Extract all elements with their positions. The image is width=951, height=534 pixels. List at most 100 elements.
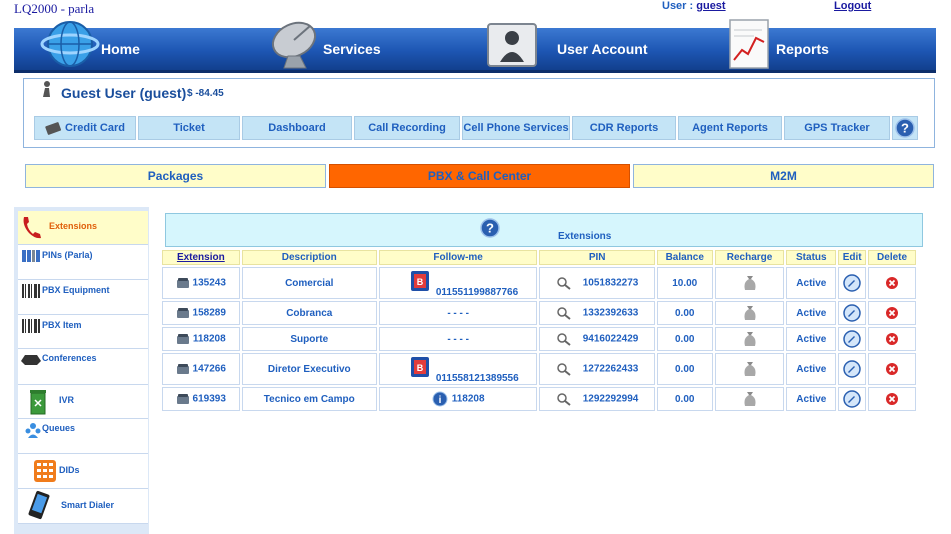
account-balance: $ -84.45	[187, 88, 224, 99]
edit-icon[interactable]	[843, 304, 861, 322]
subtab-help[interactable]: ?	[892, 116, 918, 140]
subtab-cdr-reports[interactable]: CDR Reports	[572, 116, 676, 140]
main-nav: Home Services User Account Reports	[14, 19, 936, 73]
help-icon[interactable]: ?	[480, 218, 500, 238]
subtab-gps-tracker[interactable]: GPS Tracker	[784, 116, 890, 140]
tab-label: PBX & Call Center	[427, 169, 532, 183]
cell-follow-me[interactable]: - - - -	[378, 327, 538, 351]
delete-icon[interactable]	[885, 362, 899, 376]
col-status: Status	[786, 250, 837, 265]
magnifier-icon[interactable]	[556, 392, 572, 406]
cell-extension[interactable]: 147266	[162, 353, 240, 385]
sidebar-item-pbx-equipment[interactable]: PBX Equipment	[18, 280, 148, 315]
user-link[interactable]: guest	[696, 0, 725, 12]
money-bag-icon[interactable]	[743, 331, 757, 347]
cell-recharge[interactable]	[714, 301, 785, 325]
cell-recharge[interactable]	[714, 353, 785, 385]
cell-edit[interactable]	[838, 267, 867, 299]
tab-packages[interactable]: Packages	[25, 164, 326, 188]
logout-link[interactable]: Logout	[834, 0, 871, 12]
cell-pin[interactable]: 1332392633	[539, 301, 655, 325]
sidebar-item-conferences[interactable]: Conferences	[18, 349, 148, 385]
edit-icon[interactable]	[843, 330, 861, 348]
subtab-label: Call Recording	[368, 122, 446, 134]
delete-icon[interactable]	[885, 392, 899, 406]
cell-recharge[interactable]	[714, 267, 785, 299]
sidebar-item-ivr[interactable]: IVR	[18, 385, 148, 419]
subtab-label: Ticket	[173, 122, 205, 134]
money-bag-icon[interactable]	[743, 275, 757, 291]
cell-follow-me[interactable]: - - - -	[378, 301, 538, 325]
money-bag-icon[interactable]	[743, 305, 757, 321]
cell-extension[interactable]: 619393	[162, 387, 240, 411]
ivr-bin-icon	[30, 390, 46, 415]
queue-people-icon	[25, 423, 41, 438]
edit-icon[interactable]	[843, 274, 861, 292]
cell-edit[interactable]	[838, 301, 867, 325]
delete-icon[interactable]	[885, 332, 899, 346]
content-title: Extensions	[558, 231, 612, 242]
edit-icon[interactable]	[843, 390, 861, 408]
content-header: ? Extensions	[165, 213, 923, 247]
follow-me-device-icon[interactable]: B	[410, 356, 430, 378]
cell-delete[interactable]	[868, 267, 916, 299]
cell-edit[interactable]	[838, 327, 867, 351]
tab-pbx-call-center[interactable]: PBX & Call Center	[329, 164, 630, 188]
magnifier-icon[interactable]	[556, 362, 572, 376]
sidebar-item-queues[interactable]: Queues	[18, 419, 148, 454]
delete-icon[interactable]	[885, 306, 899, 320]
cell-edit[interactable]	[838, 387, 867, 411]
nav-home[interactable]: Home	[14, 21, 254, 70]
subtab-label: Credit Card	[65, 122, 125, 134]
subtab-cell-phone-services[interactable]: Cell Phone Services	[462, 116, 570, 140]
subtab-call-recording[interactable]: Call Recording	[354, 116, 460, 140]
cell-follow-me[interactable]: i 118208	[378, 387, 538, 411]
magnifier-icon[interactable]	[556, 332, 572, 346]
sidebar-item-pbx-item[interactable]: PBX Item	[18, 315, 148, 349]
sidebar-label: DIDs	[59, 465, 80, 475]
cell-extension[interactable]: 158289	[162, 301, 240, 325]
col-extension[interactable]: Extension	[162, 250, 240, 265]
cell-recharge[interactable]	[714, 327, 785, 351]
cell-pin[interactable]: 9416022429	[539, 327, 655, 351]
cell-delete[interactable]	[868, 353, 916, 385]
cell-follow-me[interactable]: B 011551199887766	[378, 267, 538, 299]
magnifier-icon[interactable]	[556, 306, 572, 320]
money-bag-icon[interactable]	[743, 391, 757, 407]
balance-value: 0.00	[675, 333, 695, 345]
subtab-ticket[interactable]: Ticket	[138, 116, 240, 140]
follow-me-device-icon[interactable]: B	[410, 270, 430, 292]
sidebar-item-smart-dialer[interactable]: Smart Dialer	[18, 489, 148, 524]
sidebar-item-pins[interactable]: PINs (Parla)	[18, 245, 148, 280]
cell-pin[interactable]: 1272262433	[539, 353, 655, 385]
cell-recharge[interactable]	[714, 387, 785, 411]
cell-status: Active	[786, 387, 837, 411]
cell-extension[interactable]: 118208	[162, 327, 240, 351]
cell-edit[interactable]	[838, 353, 867, 385]
cell-delete[interactable]	[868, 387, 916, 411]
cell-balance: 10.00	[656, 267, 713, 299]
sidebar-label: IVR	[59, 395, 75, 405]
cell-delete[interactable]	[868, 327, 916, 351]
edit-icon[interactable]	[843, 360, 861, 378]
nav-user-account[interactable]: User Account	[474, 23, 714, 70]
tab-m2m[interactable]: M2M	[633, 164, 934, 188]
subtab-credit-card[interactable]: Credit Card	[34, 116, 136, 140]
cell-pin[interactable]: 1292292994	[539, 387, 655, 411]
sidebar-item-dids[interactable]: DIDs	[18, 454, 148, 489]
nav-services[interactable]: Services	[254, 21, 474, 70]
info-icon[interactable]: i	[432, 391, 448, 407]
cell-delete[interactable]	[868, 301, 916, 325]
cell-pin[interactable]: 1051832273	[539, 267, 655, 299]
nav-home-label: Home	[101, 41, 140, 57]
col-pin: PIN	[539, 250, 655, 265]
sidebar-item-extensions[interactable]: Extensions	[18, 211, 148, 245]
subtab-dashboard[interactable]: Dashboard	[242, 116, 352, 140]
subtab-agent-reports[interactable]: Agent Reports	[678, 116, 782, 140]
cell-follow-me[interactable]: B 011558121389556	[378, 353, 538, 385]
nav-reports[interactable]: Reports	[714, 19, 936, 70]
delete-icon[interactable]	[885, 276, 899, 290]
money-bag-icon[interactable]	[743, 361, 757, 377]
cell-extension[interactable]: 135243	[162, 267, 240, 299]
magnifier-icon[interactable]	[556, 276, 572, 290]
